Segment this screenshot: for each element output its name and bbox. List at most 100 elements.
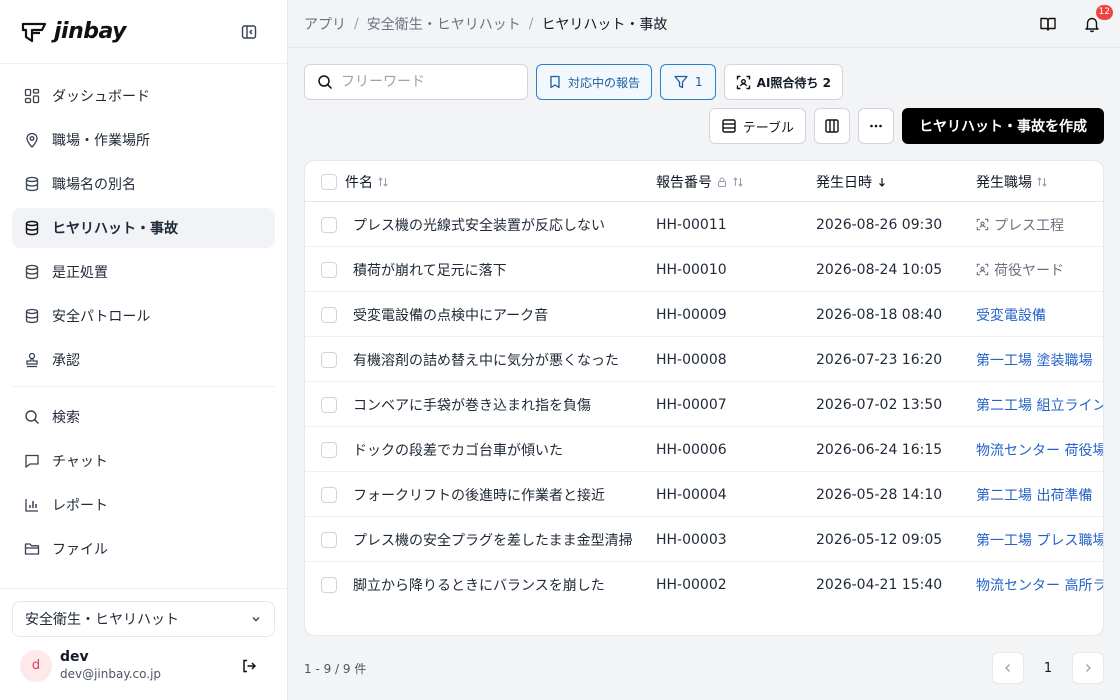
row-place-link[interactable]: 第一工場 塗装職場 (976, 350, 1092, 370)
row-checkbox[interactable] (321, 427, 337, 472)
table-row[interactable]: フォークリフトの後進時に作業者と接近 HH-00004 2026-05-28 14:… (305, 472, 1103, 517)
database-icon (24, 308, 40, 324)
more-horizontal-icon (868, 118, 884, 134)
row-checkbox[interactable] (321, 292, 337, 337)
search-input[interactable] (341, 74, 511, 90)
table-body: プレス機の光線式安全装置が反応しない HH-00011 2026-08-26 09:… (305, 202, 1103, 607)
sidebar-item-reports[interactable]: レポート (12, 485, 275, 525)
table-row[interactable]: 有機溶剤の詰め替え中に気分が悪くなった HH-00008 2026-07-23 16… (305, 337, 1103, 382)
more-button[interactable] (858, 108, 894, 144)
row-date: 2026-07-02 13:50 (816, 396, 943, 413)
sidebar-item-dashboard[interactable]: ダッシュボード (12, 76, 275, 116)
database-icon (24, 264, 40, 280)
sidebar-item-corrective-actions[interactable]: 是正処置 (12, 252, 275, 292)
avatar[interactable]: d (20, 649, 52, 682)
user-info: dev dev@jinbay.co.jp (60, 649, 237, 682)
row-place-link[interactable]: 受変電設備 (976, 305, 1046, 325)
row-title: 脚立から降りるときにバランスを崩した (353, 577, 605, 594)
app-logo[interactable]: jinbay (20, 19, 127, 45)
row-date: 2026-06-24 16:15 (816, 441, 943, 458)
select-all-checkbox[interactable] (321, 161, 337, 202)
prev-page-button[interactable] (992, 652, 1024, 684)
breadcrumb: アプリ / 安全衛生・ヒヤリハット / ヒヤリハット・事故 (304, 14, 1036, 34)
breadcrumb-safety-app[interactable]: 安全衛生・ヒヤリハット (367, 14, 521, 34)
sort-icon (377, 176, 389, 188)
sort-icon (1036, 176, 1048, 188)
workspace-select[interactable]: 安全衛生・ヒヤリハット (12, 601, 275, 637)
table-row[interactable]: 脚立から降りるときにバランスを崩した HH-00002 2026-04-21 15:… (305, 562, 1103, 607)
column-header-place[interactable]: 発生職場 (976, 161, 1048, 202)
table-row[interactable]: 受変電設備の点検中にアーク音 HH-00009 2026-08-18 08:40 受変… (305, 292, 1103, 337)
row-checkbox[interactable] (321, 202, 337, 247)
row-place-cell: 第二工場 組立ライン (976, 382, 1103, 427)
row-place-link[interactable]: 第二工場 出荷準備 (976, 485, 1092, 505)
ai-pending-button[interactable]: AI照合待ち 2 (723, 64, 843, 100)
row-checkbox[interactable] (321, 517, 337, 562)
sidebar-item-workplace-aliases[interactable]: 職場名の別名 (12, 164, 275, 204)
table-row[interactable]: ドックの段差でカゴ台車が傾いた HH-00006 2026-06-24 16:15 物… (305, 427, 1103, 472)
table-row[interactable]: プレス機の安全プラグを差したまま金型清掃 HH-00003 2026-05-12 0… (305, 517, 1103, 562)
search-icon (317, 74, 333, 90)
column-date-label: 発生日時 (816, 174, 872, 191)
row-number: HH-00002 (656, 576, 727, 593)
sidebar-item-label: ダッシュボード (52, 89, 150, 105)
logout-icon[interactable] (237, 654, 261, 678)
database-icon (24, 176, 40, 192)
dashboard-icon (24, 88, 40, 104)
sort-icon (732, 176, 744, 188)
row-place-link[interactable]: 物流センター 高所ラック (976, 575, 1103, 595)
row-place-link[interactable]: 第一工場 プレス職場 (976, 530, 1103, 550)
column-header-date[interactable]: 発生日時 (816, 161, 888, 202)
chevron-left-icon (1002, 662, 1014, 674)
row-place: プレス工程 (994, 217, 1064, 234)
column-header-number[interactable]: 報告番号 (656, 161, 744, 202)
row-date: 2026-08-18 08:40 (816, 306, 943, 323)
sidebar-item-files[interactable]: ファイル (12, 529, 275, 569)
collapse-sidebar-icon[interactable] (237, 20, 261, 44)
table-header: 件名 報告番号 発生日時 発生職場 (305, 161, 1103, 202)
column-number-label: 報告番号 (656, 174, 712, 191)
table-view-button[interactable]: テーブル (708, 108, 806, 144)
row-place-link[interactable]: 物流センター 荷役場 (976, 440, 1103, 460)
row-title: コンベアに手袋が巻き込まれ指を負傷 (353, 397, 591, 414)
bar-chart-icon (24, 497, 40, 513)
row-number: HH-00003 (656, 531, 727, 548)
column-header-title[interactable]: 件名 (345, 161, 389, 202)
folder-icon (24, 541, 40, 557)
create-near-miss-button[interactable]: ヒヤリハット・事故を作成 (902, 108, 1104, 144)
row-checkbox[interactable] (321, 472, 337, 517)
database-icon (24, 220, 40, 236)
row-checkbox[interactable] (321, 382, 337, 427)
table-row[interactable]: プレス機の光線式安全装置が反応しない HH-00011 2026-08-26 09:… (305, 202, 1103, 247)
sidebar-item-approval[interactable]: 承認 (12, 340, 275, 380)
sidebar-item-label: 検索 (52, 410, 80, 426)
active-reports-button[interactable]: 対応中の報告 (536, 64, 653, 100)
sidebar-item-search[interactable]: 検索 (12, 397, 275, 437)
next-page-button[interactable] (1072, 652, 1104, 684)
current-page[interactable]: 1 (1032, 652, 1064, 684)
row-title: フォークリフトの後進時に作業者と接近 (353, 487, 605, 504)
filter-count: 1 (695, 75, 703, 89)
table-row[interactable]: コンベアに手袋が巻き込まれ指を負傷 HH-00007 2026-07-02 13:5… (305, 382, 1103, 427)
sidebar-item-near-miss[interactable]: ヒヤリハット・事故 (12, 208, 275, 248)
result-count: 1 - 9 / 9 件 (304, 662, 367, 676)
search-box[interactable] (304, 64, 528, 100)
columns-button[interactable] (814, 108, 850, 144)
sidebar-item-safety-patrol[interactable]: 安全パトロール (12, 296, 275, 336)
row-checkbox[interactable] (321, 337, 337, 382)
toolbar-filters: 対応中の報告 1 AI照合待ち 2 (304, 64, 843, 100)
breadcrumb-apps[interactable]: アプリ (304, 14, 346, 34)
row-place-cell: 物流センター 高所ラック (976, 562, 1103, 607)
active-reports-label: 対応中の報告 (568, 75, 641, 90)
table-row[interactable]: 積荷が崩れて足元に落下 HH-00010 2026-08-24 10:05 荷役ヤード (305, 247, 1103, 292)
bell-icon[interactable]: 12 (1080, 4, 1113, 36)
row-date: 2026-08-24 10:05 (816, 261, 943, 278)
row-place-link[interactable]: 第二工場 組立ライン (976, 395, 1103, 415)
sidebar-item-workplaces[interactable]: 職場・作業場所 (12, 120, 275, 160)
row-checkbox[interactable] (321, 247, 337, 292)
row-place-cell: 受変電設備 (976, 292, 1103, 337)
sidebar-item-chat[interactable]: チャット (12, 441, 275, 481)
book-icon[interactable] (1036, 12, 1060, 36)
filter-button[interactable]: 1 (660, 64, 716, 100)
row-checkbox[interactable] (321, 562, 337, 607)
